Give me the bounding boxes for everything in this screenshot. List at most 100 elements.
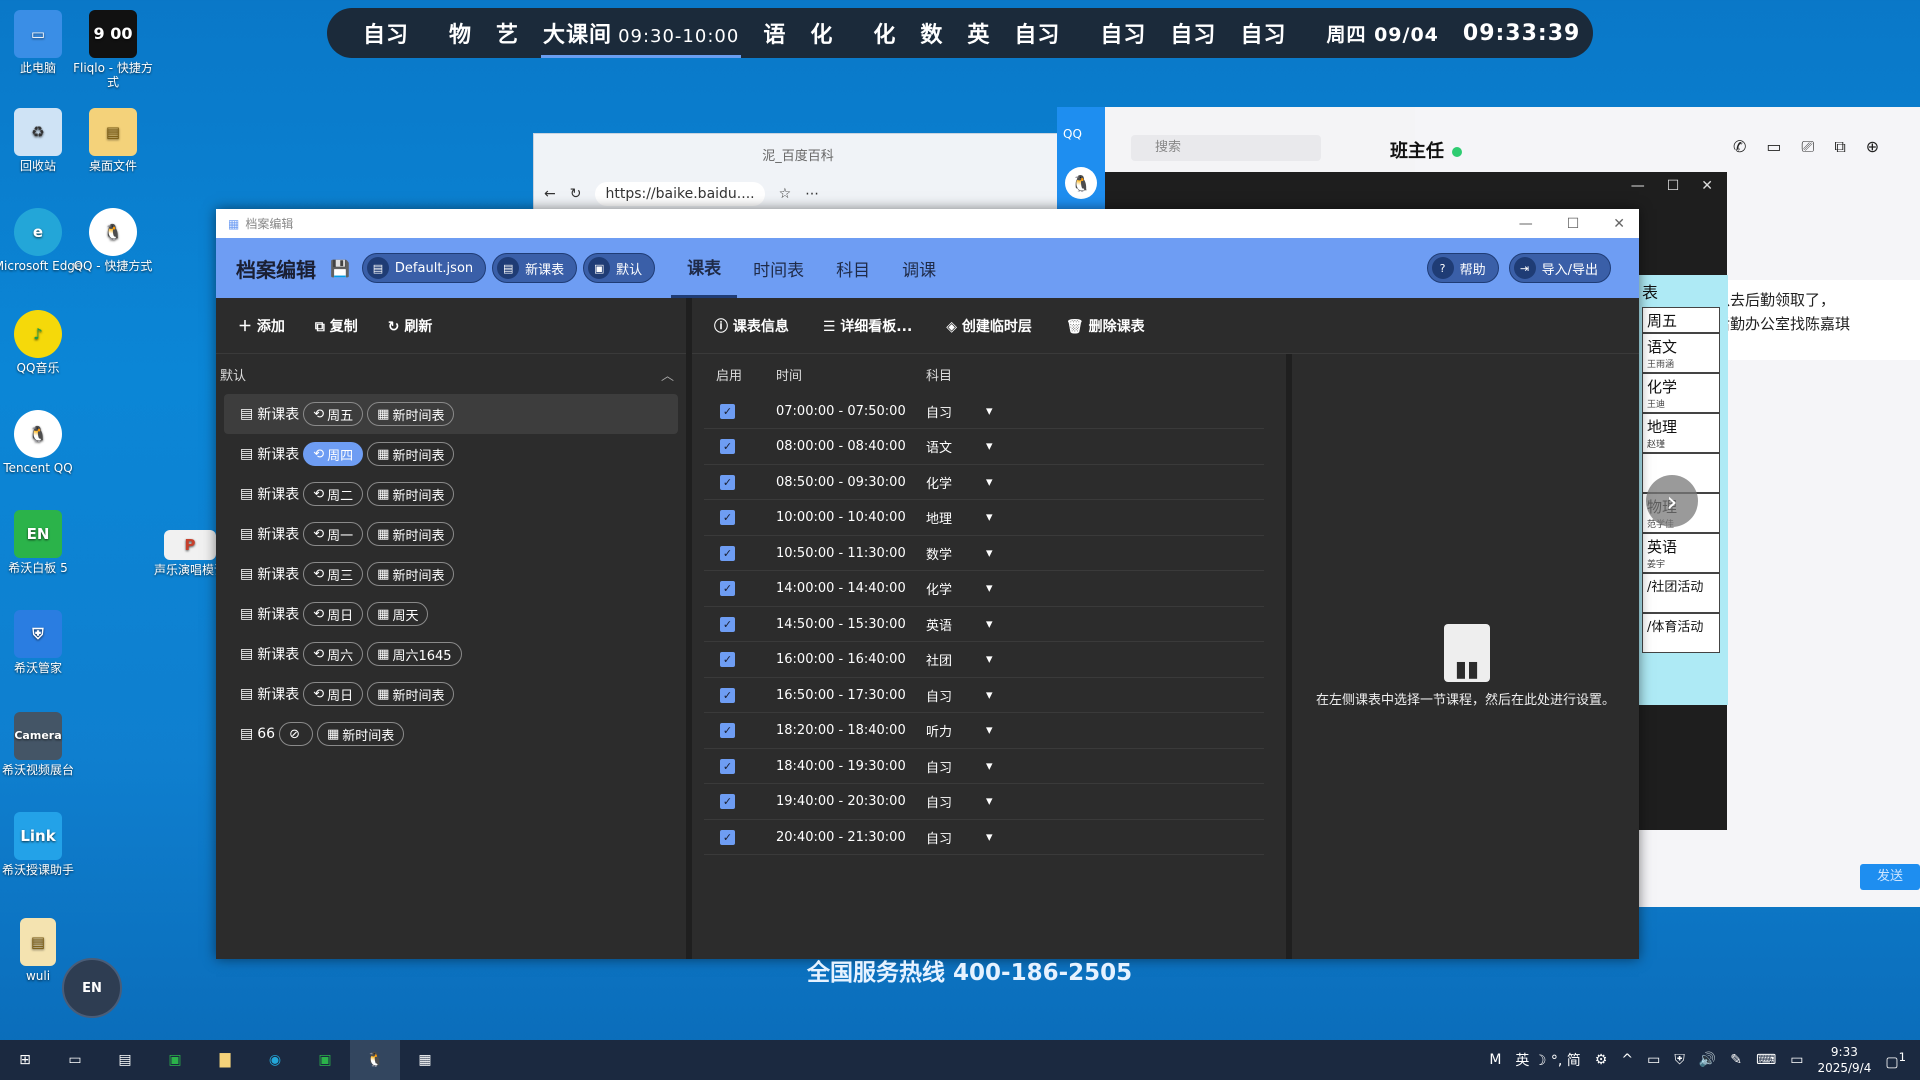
profile-file-button[interactable]: ▤ Default.json bbox=[361, 253, 487, 283]
dropdown-arrow-icon[interactable]: ▾ bbox=[986, 617, 993, 632]
remote-icon[interactable]: ⧉ bbox=[1834, 137, 1845, 157]
phone-icon[interactable]: ✆ bbox=[1733, 137, 1746, 157]
close-icon[interactable]: ✕ bbox=[1701, 178, 1713, 194]
desktop-icon-desktop-files[interactable]: ▤ 桌面文件 bbox=[68, 108, 158, 173]
day-chip[interactable]: ⟲ 周日 bbox=[303, 682, 364, 706]
lesson-row[interactable]: ✓ 18:40:00 - 19:30:00 自习 ▾ bbox=[704, 749, 1264, 784]
refresh-icon[interactable]: ↻ bbox=[570, 186, 582, 202]
desktop-icon-fliqlo[interactable]: 9 00 Fliqlo - 快捷方式 bbox=[68, 10, 158, 89]
dropdown-arrow-icon[interactable]: ▾ bbox=[986, 688, 993, 703]
desktop-icon-camera[interactable]: Camera 希沃视频展台 bbox=[0, 712, 83, 777]
detail-board-button[interactable]: ☰ 详细看板... bbox=[823, 316, 912, 336]
chevron-up-icon[interactable]: ︿ bbox=[661, 365, 682, 384]
lesson-row[interactable]: ✓ 16:50:00 - 17:30:00 自习 ▾ bbox=[704, 678, 1264, 713]
volume-icon[interactable]: 🔊 bbox=[1699, 1052, 1716, 1068]
profile-item[interactable]: ▤ 新课表 ⟲ 周日 ▦ 新时间表 bbox=[224, 674, 678, 714]
lesson-subject[interactable]: 语文 bbox=[926, 437, 986, 456]
tab-schedule[interactable]: 课表 bbox=[671, 238, 738, 298]
lesson-row[interactable]: ✓ 14:50:00 - 15:30:00 英语 ▾ bbox=[704, 607, 1264, 642]
taskbar-app-eyedropper[interactable]: ▤ bbox=[100, 1040, 150, 1080]
lesson-row[interactable]: ✓ 07:00:00 - 07:50:00 自习 ▾ bbox=[704, 394, 1264, 429]
enabled-checkbox[interactable]: ✓ bbox=[720, 758, 735, 774]
desktop-icon-tencent-qq[interactable]: 🐧 Tencent QQ bbox=[0, 410, 83, 475]
dropdown-arrow-icon[interactable]: ▾ bbox=[986, 759, 993, 774]
task-view-button[interactable]: ▭ bbox=[50, 1040, 100, 1080]
enabled-checkbox[interactable]: ✓ bbox=[720, 687, 735, 703]
day-chip[interactable]: ⟲ 周六 bbox=[303, 642, 364, 666]
chevron-right-icon[interactable]: › bbox=[1646, 475, 1698, 527]
taskbar-app-edge[interactable]: ◉ bbox=[250, 1040, 300, 1080]
minimize-icon[interactable]: — bbox=[1519, 216, 1533, 232]
lesson-subject[interactable]: 自习 bbox=[926, 828, 986, 847]
profile-group-header[interactable]: 默认 ︿ bbox=[216, 354, 686, 394]
taskbar-app-classisland[interactable]: ▦ bbox=[400, 1040, 450, 1080]
enabled-checkbox[interactable]: ✓ bbox=[720, 545, 735, 561]
lesson-row[interactable]: ✓ 19:40:00 - 20:30:00 自习 ▾ bbox=[704, 785, 1264, 820]
timetable-chip[interactable]: ▦ 周六1645 bbox=[367, 642, 462, 666]
taskbar-app-explorer[interactable]: ▇ bbox=[200, 1040, 250, 1080]
taskbar-app-qq[interactable]: 🐧 bbox=[350, 1040, 400, 1080]
profile-item[interactable]: ▤ 新课表 ⟲ 周日 ▦ 周天 bbox=[224, 594, 678, 634]
refresh-button[interactable]: ↻ 刷新 bbox=[388, 316, 433, 336]
day-chip[interactable]: ⟲ 周四 bbox=[303, 442, 364, 466]
tab-subjects[interactable]: 科目 bbox=[820, 238, 886, 298]
lesson-row[interactable]: ✓ 10:50:00 - 11:30:00 数学 ▾ bbox=[704, 536, 1264, 571]
day-chip[interactable]: ⟲ 周三 bbox=[303, 562, 364, 586]
network-icon[interactable]: ▭ bbox=[1647, 1052, 1660, 1068]
profile-item[interactable]: ▤ 66 ⊘ ▦ 新时间表 bbox=[224, 714, 678, 754]
start-button[interactable]: ⊞ bbox=[0, 1040, 50, 1080]
desktop-icon-seewo-guard[interactable]: ⛨ 希沃管家 bbox=[0, 610, 83, 675]
enabled-checkbox[interactable]: ✓ bbox=[720, 439, 735, 454]
enabled-checkbox[interactable]: ✓ bbox=[720, 510, 735, 525]
maximize-icon[interactable]: ☐ bbox=[1667, 178, 1680, 194]
maximize-icon[interactable]: ☐ bbox=[1567, 216, 1580, 232]
lesson-row[interactable]: ✓ 14:00:00 - 14:40:00 化学 ▾ bbox=[704, 572, 1264, 607]
schedule-button[interactable]: ▤ 新课表 bbox=[492, 253, 578, 283]
profile-item[interactable]: ▤ 新课表 ⟲ 周二 ▦ 新时间表 bbox=[224, 474, 678, 514]
dropdown-arrow-icon[interactable]: ▾ bbox=[986, 723, 993, 738]
timetable-chip[interactable]: ▦ 新时间表 bbox=[367, 522, 455, 546]
dropdown-arrow-icon[interactable]: ▾ bbox=[986, 439, 993, 454]
pen-icon[interactable]: ✎ bbox=[1730, 1052, 1742, 1068]
taskbar-clock[interactable]: 9:33 2025/9/4 bbox=[1817, 1044, 1871, 1076]
dropdown-arrow-icon[interactable]: ▾ bbox=[986, 652, 993, 667]
shield-icon[interactable]: ⛨ bbox=[1674, 1052, 1685, 1068]
timetable-chip[interactable]: ▦ 新时间表 bbox=[367, 402, 455, 426]
tab-timetable[interactable]: 时间表 bbox=[737, 238, 820, 298]
lesson-subject[interactable]: 自习 bbox=[926, 402, 986, 421]
lesson-row[interactable]: ✓ 10:00:00 - 10:40:00 地理 ▾ bbox=[704, 501, 1264, 536]
qq-search-input[interactable]: 搜索 bbox=[1131, 135, 1321, 161]
day-chip[interactable]: ⟲ 周一 bbox=[303, 522, 364, 546]
desktop-icon-link[interactable]: Link 希沃授课助手 bbox=[0, 812, 83, 877]
dropdown-arrow-icon[interactable]: ▾ bbox=[986, 830, 993, 845]
dropdown-arrow-icon[interactable]: ▾ bbox=[986, 794, 993, 809]
browser-tab-title[interactable]: 泥_百度百科 bbox=[534, 134, 1062, 174]
lesson-subject[interactable]: 自习 bbox=[926, 686, 986, 705]
enabled-checkbox[interactable]: ✓ bbox=[720, 616, 735, 632]
dropdown-arrow-icon[interactable]: ▾ bbox=[986, 510, 993, 525]
enabled-checkbox[interactable]: ✓ bbox=[720, 794, 735, 809]
lesson-subject[interactable]: 化学 bbox=[926, 579, 986, 598]
dropdown-arrow-icon[interactable]: ▾ bbox=[986, 581, 993, 596]
lesson-row[interactable]: ✓ 20:40:00 - 21:30:00 自习 ▾ bbox=[704, 820, 1264, 855]
keyboard-icon[interactable]: ⌨ bbox=[1756, 1052, 1776, 1068]
ime-status[interactable]: 英 ☽ °, 简 bbox=[1515, 1050, 1580, 1070]
enabled-checkbox[interactable]: ✓ bbox=[720, 403, 735, 419]
ime-icon[interactable]: M bbox=[1489, 1052, 1501, 1068]
enabled-checkbox[interactable]: ✓ bbox=[720, 474, 735, 490]
timetable-chip[interactable]: ▦ 新时间表 bbox=[367, 682, 455, 706]
favorite-icon[interactable]: ☆ bbox=[779, 186, 792, 202]
desktop-icon-easinote[interactable]: EN 希沃白板 5 bbox=[0, 510, 83, 575]
lesson-subject[interactable]: 听力 bbox=[926, 721, 986, 740]
desktop-icon-qq-shortcut[interactable]: 🐧 QQ - 快捷方式 bbox=[68, 208, 158, 273]
enabled-checkbox[interactable]: ✓ bbox=[720, 652, 735, 667]
enabled-checkbox[interactable]: ✓ bbox=[720, 723, 735, 738]
schedule-info-button[interactable]: ⓘ 课表信息 bbox=[714, 316, 789, 336]
minimize-icon[interactable]: — bbox=[1631, 178, 1645, 194]
lesson-subject[interactable]: 数学 bbox=[926, 544, 986, 563]
lesson-subject[interactable]: 英语 bbox=[926, 615, 986, 634]
lesson-subject[interactable]: 社团 bbox=[926, 650, 986, 669]
send-button[interactable]: 发送 bbox=[1860, 864, 1920, 890]
close-icon[interactable]: ✕ bbox=[1613, 216, 1625, 232]
more-icon[interactable]: ⋯ bbox=[805, 186, 819, 202]
